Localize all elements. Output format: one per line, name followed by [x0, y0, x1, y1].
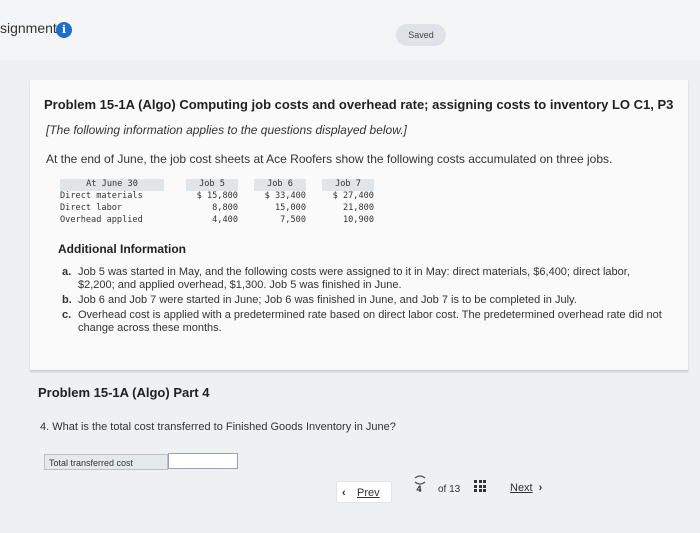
row-label: Overhead applied	[60, 215, 143, 225]
additional-info-title: Additional Information	[58, 242, 186, 256]
table-row: Direct materials $ 15,800 $ 33,400 $ 27,…	[60, 191, 374, 203]
prev-button[interactable]: ‹ Prev	[336, 481, 392, 503]
table-cell: $ 15,800	[196, 191, 238, 201]
row-label: Direct materials	[60, 191, 143, 201]
next-button[interactable]: Next ›	[510, 478, 562, 498]
table-row: Overhead applied 4,400 7,500 10,900	[60, 215, 374, 227]
table-cell: 7,500	[280, 215, 306, 225]
problem-intro: At the end of June, the job cost sheets …	[46, 152, 613, 166]
table-col-header: Job 7	[322, 179, 374, 191]
question-text: 4. What is the total cost transferred to…	[40, 421, 396, 433]
saved-status-badge: Saved	[396, 24, 446, 46]
table-cell: 10,900	[342, 215, 374, 225]
additional-info-list: a. Job 5 was started in May, and the foll…	[62, 266, 662, 337]
table-header-row: At June 30 Job 5 Job 6 Job 7	[60, 179, 374, 191]
prev-label: Prev	[357, 487, 380, 499]
chevron-left-icon: ‹	[342, 487, 346, 499]
table-col-header: Job 6	[254, 179, 306, 191]
table-cell: 8,800	[212, 203, 238, 213]
table-row: Direct labor 8,800 15,000 21,800	[60, 203, 374, 215]
list-item-text: Job 5 was started in May, and the follow…	[78, 266, 630, 291]
list-item-letter: b.	[62, 294, 72, 306]
table-cell: $ 27,400	[332, 191, 374, 201]
top-bar	[0, 0, 700, 60]
list-item-letter: c.	[62, 309, 72, 321]
problem-note: [The following information applies to th…	[46, 123, 407, 137]
chevron-right-icon: ›	[538, 482, 543, 494]
list-item-text: Overhead cost is applied with a predeter…	[78, 309, 662, 334]
part-title: Problem 15-1A (Algo) Part 4	[38, 385, 210, 400]
table-header-label: At June 30	[60, 179, 164, 191]
answer-label: Total transferred cost	[44, 454, 168, 470]
list-item: a. Job 5 was started in May, and the foll…	[62, 266, 662, 292]
grid-icon[interactable]	[474, 480, 486, 492]
problem-title: Problem 15-1A (Algo) Computing job costs…	[44, 97, 674, 112]
table-cell: 4,400	[212, 215, 238, 225]
table-col-header: Job 5	[186, 179, 238, 191]
list-item-letter: a.	[62, 266, 72, 278]
list-item: c. Overhead cost is applied with a predet…	[62, 309, 662, 335]
row-label: Direct labor	[60, 203, 123, 213]
table-cell: $ 33,400	[264, 191, 306, 201]
next-label: Next	[510, 482, 533, 494]
list-item: b. Job 6 and Job 7 were started in June; …	[62, 294, 662, 307]
table-cell: 15,000	[274, 203, 306, 213]
current-page-number[interactable]: 4	[412, 484, 426, 496]
list-item-text: Job 6 and Job 7 were started in June; Jo…	[78, 294, 577, 306]
page-total: of 13	[438, 484, 461, 495]
total-transferred-cost-input[interactable]	[168, 453, 238, 469]
assignment-title: signment	[0, 20, 57, 36]
job-cost-table: At June 30 Job 5 Job 6 Job 7 Direct mate…	[60, 179, 374, 227]
info-icon[interactable]: i	[56, 22, 72, 38]
table-cell: 21,800	[342, 203, 374, 213]
